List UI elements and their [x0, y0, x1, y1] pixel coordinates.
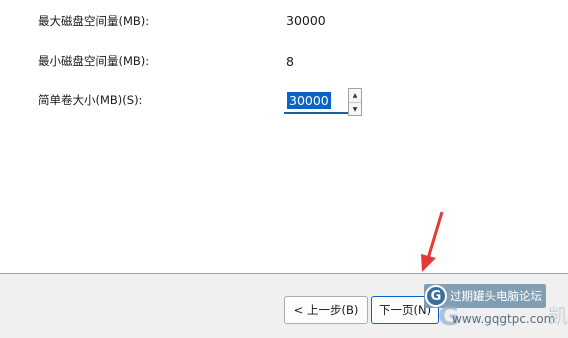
watermark-url: www.gqgtpc.com [452, 312, 556, 326]
watermark-title: 过期罐头电脑论坛 [450, 289, 542, 303]
watermark: G 过期罐头电脑论坛 G www.gqgtpc.com [424, 284, 568, 338]
partial-button-char: 凯 [548, 304, 568, 328]
